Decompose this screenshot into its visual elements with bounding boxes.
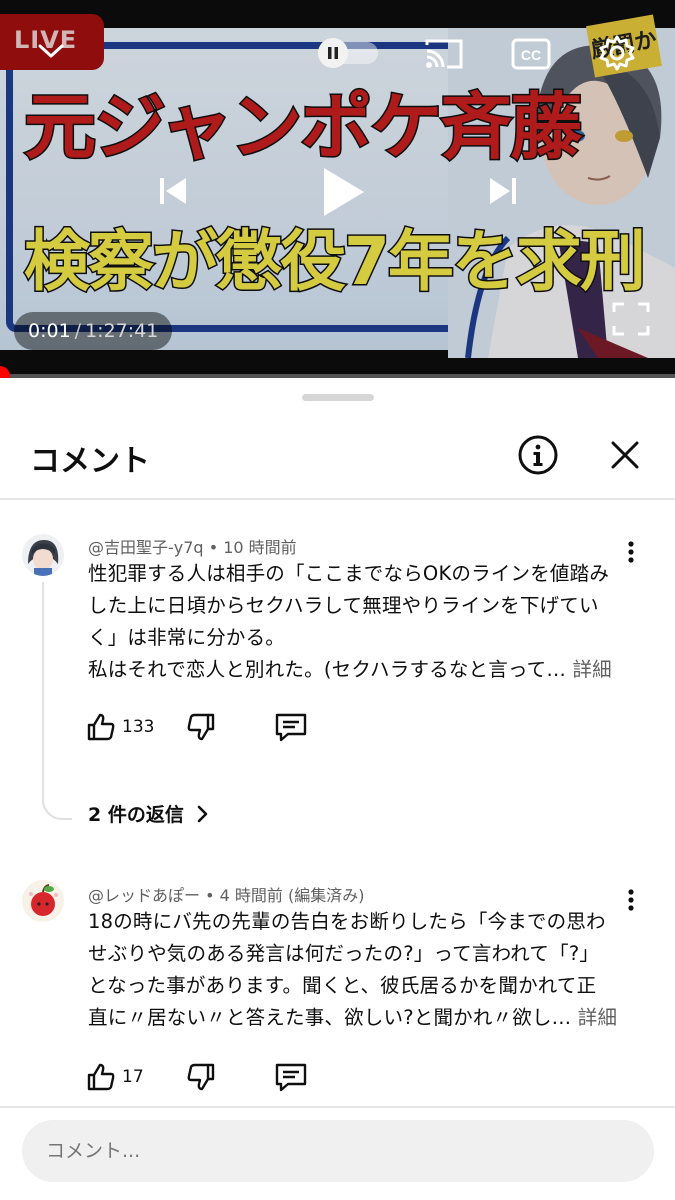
autoplay-track xyxy=(318,38,378,68)
info-button[interactable] xyxy=(517,434,559,476)
comment-author[interactable]: @レッドあぽー xyxy=(88,886,200,905)
like-count: 133 xyxy=(122,717,155,737)
skip-previous-icon xyxy=(160,178,186,204)
svg-text:CC: CC xyxy=(521,47,541,63)
header-divider xyxy=(0,498,675,500)
video-player[interactable]: 元ジャンポケ斉藤 検察が懲役7年を求刑 厳罰か LIVE CC 0:01 / 1… xyxy=(0,0,675,378)
view-replies-button[interactable]: 2 件の返信 xyxy=(88,800,212,827)
meta-separator: • xyxy=(208,538,219,557)
dislike-button[interactable] xyxy=(186,707,216,747)
comment-reply-icon xyxy=(275,713,307,742)
read-more-link[interactable]: 詳細 xyxy=(572,658,611,681)
comment-line: した上に日頃からセクハラして無理やりラインを下げてい xyxy=(88,594,599,617)
like-button[interactable]: 17 xyxy=(86,1057,144,1097)
comment-meta: @レッドあぽー • 4 時間前 (編集済み) xyxy=(88,882,364,906)
play-button[interactable] xyxy=(310,160,374,224)
comment-line: となった事があります。聞くと、彼氏居るかを聞かれて正 xyxy=(88,974,597,997)
autoplay-toggle[interactable] xyxy=(314,38,382,68)
captions-button[interactable]: CC xyxy=(508,34,554,74)
thumbs-down-icon xyxy=(187,1063,215,1091)
read-more-link[interactable]: 詳細 xyxy=(578,1006,617,1029)
comment-body[interactable]: 性犯罪する人は相手の「ここまでならOKのラインを値踏み した上に日頃からセクハラ… xyxy=(88,558,628,686)
composer-divider xyxy=(0,1106,675,1108)
comment-input[interactable] xyxy=(22,1120,654,1182)
current-time: 0:01 xyxy=(28,320,71,342)
comment-line-text: 直に〃居ない〃と答えた事、欲しい?と聞かれ〃欲し… xyxy=(88,1006,572,1029)
play-icon xyxy=(324,168,364,216)
close-icon xyxy=(611,441,639,469)
avatar-image xyxy=(22,880,64,922)
meta-separator: • xyxy=(205,886,215,905)
autoplay-knob xyxy=(318,38,348,68)
comment-line-last: 私はそれで恋人と別れた。(セクハラするなと言って… 詳細 xyxy=(88,654,628,686)
comment-item: @吉田聖子-y7q • 10 時間前 性犯罪する人は相手の「ここまでならOKのラ… xyxy=(0,530,675,850)
comment-line: せぶりや気のある発言は何だったの?」って言われて「?」 xyxy=(88,942,600,965)
comment-item: @レッドあぽー • 4 時間前 (編集済み) 18の時にバ先の先輩の告白をお断り… xyxy=(0,880,675,1100)
reply-button[interactable] xyxy=(274,1057,308,1097)
comment-line: く」は非常に分かる。 xyxy=(88,626,286,649)
more-vertical-icon xyxy=(628,889,634,911)
collapse-button[interactable] xyxy=(30,30,72,72)
gear-icon xyxy=(599,35,635,71)
settings-button[interactable] xyxy=(594,30,640,76)
thread-connector xyxy=(42,796,72,820)
comment-time: 4 時間前 (編集済み) xyxy=(219,886,365,905)
sheet-title: コメント xyxy=(30,444,150,479)
avatar[interactable] xyxy=(22,880,64,922)
time-display: 0:01 / 1:27:41 xyxy=(14,312,173,350)
avatar[interactable] xyxy=(22,534,64,576)
comments-sheet: コメント @吉田聖子-y7q • 10 時間前 性犯罪する人は相手の「ここまでな… xyxy=(0,380,675,1200)
thumbs-down-icon xyxy=(187,713,215,741)
comment-line: 性犯罪する人は相手の「ここまでならOKのラインを値踏み xyxy=(88,562,610,585)
cc-icon: CC xyxy=(511,38,551,70)
pause-icon xyxy=(328,47,338,59)
comment-line-text: 私はそれで恋人と別れた。(セクハラするなと言って… xyxy=(88,658,567,681)
replies-label: 2 件の返信 xyxy=(88,804,184,826)
progress-bar[interactable] xyxy=(0,374,675,378)
comment-reply-icon xyxy=(275,1063,307,1092)
time-separator: / xyxy=(74,320,82,342)
cast-button[interactable] xyxy=(420,34,468,74)
chevron-right-icon xyxy=(197,805,208,822)
previous-button[interactable] xyxy=(150,168,196,214)
avatar-image xyxy=(22,534,64,576)
comment-time: 10 時間前 xyxy=(223,538,297,557)
dislike-button[interactable] xyxy=(186,1057,216,1097)
thread-line xyxy=(42,582,44,798)
like-button[interactable]: 133 xyxy=(86,707,154,747)
info-icon xyxy=(518,435,558,475)
comment-meta: @吉田聖子-y7q • 10 時間前 xyxy=(88,534,297,558)
drag-handle[interactable] xyxy=(302,394,374,401)
next-button[interactable] xyxy=(480,168,526,214)
comment-author[interactable]: @吉田聖子-y7q xyxy=(88,538,204,557)
close-button[interactable] xyxy=(604,434,646,476)
fullscreen-button[interactable] xyxy=(606,296,656,342)
comment-body[interactable]: 18の時にバ先の先輩の告白をお断りしたら「今までの思わ せぶりや気のある発言は何… xyxy=(88,906,628,1034)
thumbs-up-icon xyxy=(87,1063,115,1091)
skip-next-icon xyxy=(490,178,516,204)
comment-line-last: 直に〃居ない〃と答えた事、欲しい?と聞かれ〃欲し… 詳細 xyxy=(88,1002,628,1034)
comment-line: 18の時にバ先の先輩の告白をお断りしたら「今までの思わ xyxy=(88,910,606,933)
total-duration: 1:27:41 xyxy=(85,320,159,342)
more-vertical-icon xyxy=(628,541,634,563)
cast-icon xyxy=(425,39,463,69)
fullscreen-icon xyxy=(612,302,650,336)
like-count: 17 xyxy=(122,1067,144,1087)
reply-button[interactable] xyxy=(274,707,308,747)
chevron-down-icon xyxy=(38,44,64,58)
thumbs-up-icon xyxy=(87,713,115,741)
